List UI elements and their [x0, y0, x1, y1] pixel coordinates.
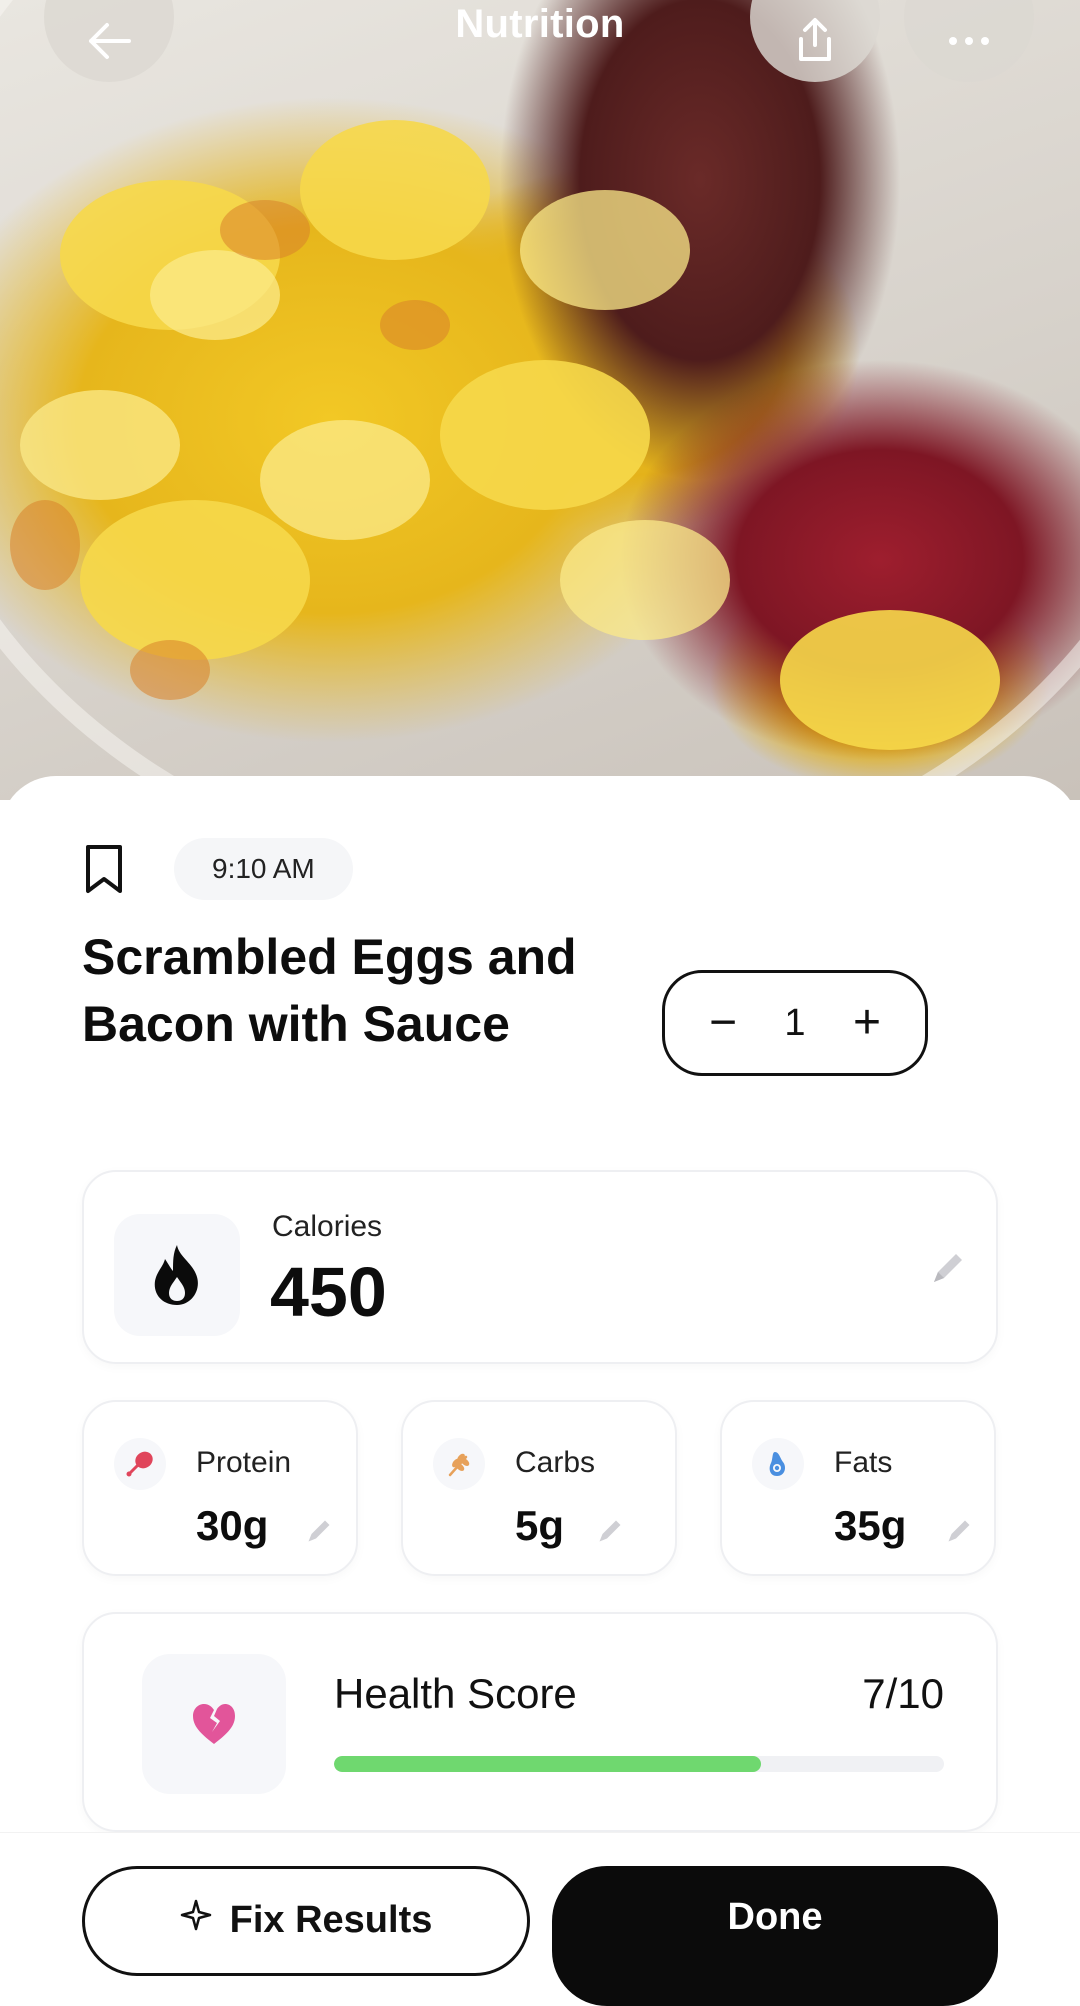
- protein-value: 30g: [196, 1502, 269, 1549]
- avocado-icon: [769, 1452, 785, 1476]
- edit-calories-icon[interactable]: [928, 1248, 968, 1288]
- calories-card[interactable]: Calories 450: [82, 1170, 998, 1364]
- protein-card[interactable]: Protein 30g: [82, 1400, 358, 1576]
- nutrition-sheet: 9:10 AM Scrambled Eggs and Bacon with Sa…: [0, 776, 1080, 1920]
- fats-value: 35g: [834, 1502, 907, 1549]
- food-title: Scrambled Eggs and Bacon with Sauce: [82, 929, 577, 1052]
- decrement-button[interactable]: −: [709, 999, 737, 1047]
- done-button[interactable]: Done: [552, 1866, 998, 2006]
- health-score-label: Health Score: [334, 1670, 577, 1717]
- more-horizontal-icon: [949, 37, 989, 45]
- quantity-value: 1: [784, 1001, 806, 1044]
- fats-icon-box: [752, 1438, 804, 1490]
- health-score-track: [334, 1756, 944, 1772]
- health-icon-box: [142, 1654, 286, 1794]
- health-score-value: 7/10: [862, 1670, 944, 1717]
- edit-protein-icon[interactable]: [304, 1516, 334, 1546]
- edit-fats-icon[interactable]: [944, 1516, 974, 1546]
- top-bar: Nutrition: [0, 0, 1080, 100]
- meta-row: 9:10 AM: [82, 838, 353, 900]
- food-photo: [0, 0, 1080, 800]
- sparkle-icon: [180, 1899, 211, 1931]
- time-pill: 9:10 AM: [174, 838, 353, 900]
- health-score-card: Health Score 7/10: [82, 1612, 998, 1832]
- quantity-stepper: − 1 +: [662, 970, 928, 1076]
- more-options-button[interactable]: [904, 0, 1034, 82]
- wheat-icon: [448, 1453, 470, 1477]
- share-button[interactable]: [750, 0, 880, 82]
- share-icon: [799, 18, 831, 61]
- calories-label: Calories: [272, 1210, 383, 1243]
- protein-label: Protein: [196, 1446, 292, 1479]
- carbs-card[interactable]: Carbs 5g: [401, 1400, 677, 1576]
- protein-icon-box: [114, 1438, 166, 1490]
- carbs-icon-box: [433, 1438, 485, 1490]
- increment-button[interactable]: +: [853, 999, 881, 1047]
- calories-value: 450: [270, 1253, 387, 1331]
- calories-icon-box: [114, 1214, 240, 1336]
- fix-results-label: Fix Results: [229, 1899, 433, 1941]
- flame-icon: [154, 1245, 198, 1305]
- health-score-fill: [334, 1756, 761, 1772]
- broken-heart-icon: [193, 1704, 235, 1744]
- carbs-label: Carbs: [515, 1446, 596, 1479]
- fix-results-button[interactable]: Fix Results: [82, 1866, 530, 1976]
- edit-carbs-icon[interactable]: [595, 1516, 625, 1546]
- drumstick-icon: [126, 1451, 153, 1477]
- carbs-value: 5g: [515, 1502, 565, 1549]
- fats-label: Fats: [834, 1446, 893, 1479]
- done-label: Done: [727, 1896, 823, 1938]
- fats-card[interactable]: Fats 35g: [720, 1400, 996, 1576]
- bookmark-icon[interactable]: [82, 843, 126, 895]
